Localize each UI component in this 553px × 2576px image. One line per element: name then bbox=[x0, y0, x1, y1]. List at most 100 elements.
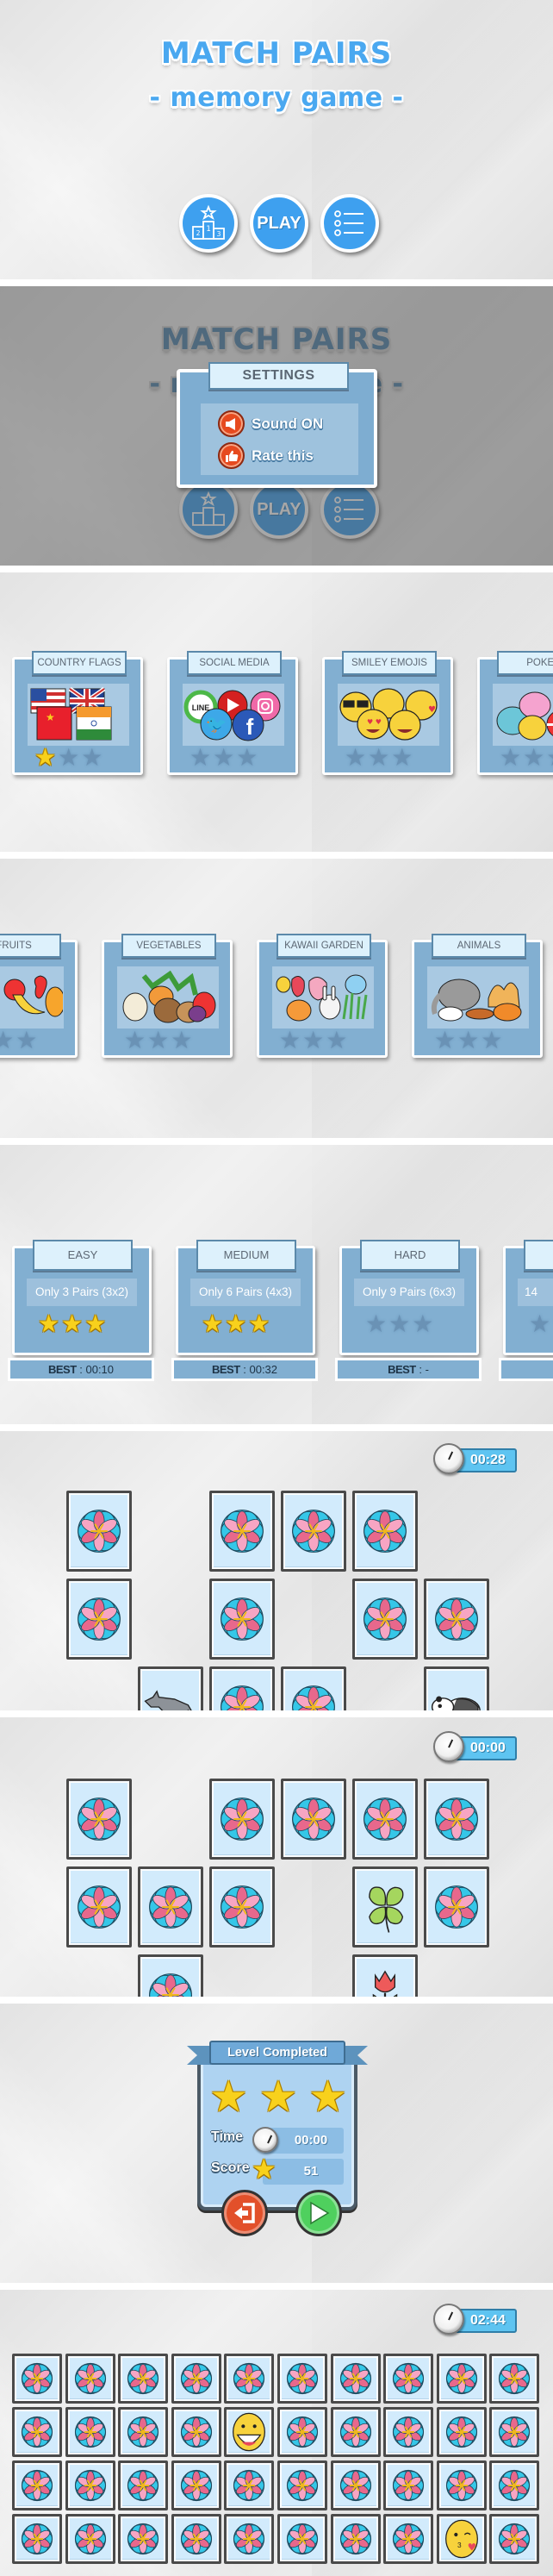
flower-pattern-icon bbox=[21, 2362, 53, 2395]
card-face-up-clover[interactable] bbox=[352, 1866, 418, 1948]
card-face-down[interactable] bbox=[277, 2514, 327, 2564]
card-face-down[interactable] bbox=[12, 2514, 62, 2564]
card-face-down[interactable] bbox=[12, 2354, 62, 2404]
category-card-vegetables[interactable]: VEGETABLES ★ ★ ★ bbox=[102, 934, 233, 1058]
card-face-up-grin[interactable] bbox=[224, 2407, 275, 2457]
difficulty-card-medium[interactable]: MEDIUM Only 6 Pairs (4x3) ★ ★ ★ bbox=[176, 1240, 315, 1355]
card-face-down[interactable] bbox=[209, 1866, 275, 1948]
category-card-social-media[interactable]: SOCIAL MEDIA LINE 🐦 f ★ ★ ★ bbox=[167, 651, 298, 775]
flower-pattern-icon bbox=[221, 1510, 264, 1553]
category-card-fruits[interactable]: FRUITS ★★★ bbox=[0, 934, 78, 1058]
card-face-down[interactable] bbox=[65, 2407, 115, 2457]
level-completed-ribbon: Level Completed bbox=[187, 2041, 368, 2066]
card-face-up-panda[interactable] bbox=[424, 1666, 489, 1710]
star-icon: ★ bbox=[252, 2153, 276, 2185]
card-face-down[interactable] bbox=[424, 1779, 489, 1860]
card-face-down[interactable] bbox=[489, 2354, 540, 2404]
card-face-down[interactable] bbox=[424, 1579, 489, 1660]
card-face-down[interactable] bbox=[489, 2407, 540, 2457]
category-card-kawaii-garden[interactable]: KAWAII GARDEN ★ ★ ★ bbox=[257, 934, 388, 1058]
card-face-down[interactable] bbox=[66, 1779, 132, 1860]
card-face-down[interactable] bbox=[118, 2460, 169, 2510]
card-face-down[interactable] bbox=[138, 1866, 203, 1948]
category-card-smiley-emojis[interactable]: SMILEY EMOJIS ♥ ♥ ♥ ★ ★ ★ bbox=[322, 651, 453, 775]
play-button[interactable]: PLAY bbox=[250, 194, 308, 253]
star-empty-icon: ★ bbox=[365, 1310, 388, 1338]
card-face-down[interactable] bbox=[65, 2354, 115, 2404]
card-face-down[interactable] bbox=[12, 2407, 62, 2457]
card-face-down[interactable] bbox=[66, 1579, 132, 1660]
sound-toggle[interactable]: Sound ON bbox=[218, 410, 323, 437]
flower-pattern-icon bbox=[435, 1597, 478, 1641]
card-face-down[interactable] bbox=[281, 1491, 346, 1572]
card-face-down[interactable] bbox=[209, 1579, 275, 1660]
star-empty-icon: ★ bbox=[500, 743, 522, 772]
card-face-down[interactable] bbox=[224, 2460, 275, 2510]
card-face-down[interactable] bbox=[281, 1666, 346, 1710]
card-face-down[interactable] bbox=[209, 1491, 275, 1572]
card-face-down[interactable] bbox=[383, 2407, 434, 2457]
card-face-down[interactable] bbox=[277, 2354, 327, 2404]
card-face-down[interactable] bbox=[330, 2354, 381, 2404]
card-face-down[interactable] bbox=[118, 2354, 169, 2404]
flower-pattern-icon bbox=[499, 2469, 531, 2502]
card-face-down[interactable] bbox=[489, 2514, 540, 2564]
card-face-down[interactable] bbox=[224, 2354, 275, 2404]
card-face-down[interactable] bbox=[330, 2460, 381, 2510]
category-card-animals[interactable]: ANIMALS ★ ★ ★ bbox=[412, 934, 543, 1058]
card-face-down[interactable] bbox=[171, 2354, 221, 2404]
card-face-down[interactable] bbox=[277, 2407, 327, 2457]
difficulty-card-next[interactable]: 14 ★★★ bbox=[503, 1240, 553, 1355]
next-level-button[interactable] bbox=[295, 2190, 342, 2236]
card-face-down[interactable] bbox=[209, 1666, 275, 1710]
star-empty-icon: ★ bbox=[190, 743, 212, 772]
difficulty-card-easy[interactable]: EASY Only 3 Pairs (3x2) ★ ★ ★ bbox=[12, 1240, 152, 1355]
card-face-up-tulip[interactable] bbox=[352, 1954, 418, 1997]
rate-button[interactable]: Rate this bbox=[218, 442, 314, 469]
category-card-pokemon[interactable]: POKEM ★★★ bbox=[477, 651, 553, 775]
star-empty-icon: ★ bbox=[391, 743, 413, 772]
card-face-down[interactable] bbox=[436, 2407, 487, 2457]
card-face-down[interactable] bbox=[352, 1579, 418, 1660]
card-face-down[interactable] bbox=[65, 2460, 115, 2510]
difficulty-card-hard[interactable]: HARD Only 9 Pairs (6x3) ★ ★ ★ bbox=[339, 1240, 479, 1355]
category-title: KAWAII GARDEN bbox=[276, 934, 371, 958]
card-face-down[interactable] bbox=[118, 2407, 169, 2457]
card-face-down[interactable] bbox=[383, 2514, 434, 2564]
card-face-down[interactable] bbox=[209, 1779, 275, 1860]
card-face-up-kiss[interactable]: 3 ♥ bbox=[436, 2514, 487, 2564]
exit-button[interactable] bbox=[221, 2190, 268, 2236]
card-face-down[interactable] bbox=[489, 2460, 540, 2510]
flower-pattern-icon bbox=[78, 1885, 121, 1929]
card-face-down[interactable] bbox=[383, 2354, 434, 2404]
card-face-down[interactable] bbox=[352, 1491, 418, 1572]
card-face-down[interactable] bbox=[66, 1866, 132, 1948]
card-face-down[interactable] bbox=[383, 2460, 434, 2510]
card-face-down[interactable] bbox=[171, 2460, 221, 2510]
card-face-down[interactable] bbox=[436, 2460, 487, 2510]
rating-stars: ★★★ bbox=[202, 1312, 270, 1336]
card-face-down[interactable] bbox=[118, 2514, 169, 2564]
card-face-down[interactable] bbox=[330, 2407, 381, 2457]
card-face-down[interactable] bbox=[12, 2460, 62, 2510]
leaderboard-button[interactable]: 1 2 3 bbox=[179, 194, 238, 253]
card-face-down[interactable] bbox=[424, 1866, 489, 1948]
card-face-down[interactable] bbox=[171, 2407, 221, 2457]
card-face-up-wolf[interactable] bbox=[138, 1666, 203, 1710]
card-face-down[interactable] bbox=[277, 2460, 327, 2510]
card-face-down[interactable] bbox=[65, 2514, 115, 2564]
card-face-down[interactable] bbox=[281, 1779, 346, 1860]
flower-pattern-icon bbox=[339, 2416, 371, 2448]
card-face-down[interactable] bbox=[138, 1954, 203, 1997]
best-time-next bbox=[499, 1358, 553, 1381]
category-card-country-flags[interactable]: COUNTRY FLAGS ★ ★ ★ ★ bbox=[12, 651, 143, 775]
card-face-down[interactable] bbox=[330, 2514, 381, 2564]
card-face-down[interactable] bbox=[352, 1779, 418, 1860]
menu-button[interactable] bbox=[320, 194, 379, 253]
settings-title: SETTINGS bbox=[208, 362, 349, 390]
card-face-down[interactable] bbox=[436, 2354, 487, 2404]
card-face-down[interactable] bbox=[224, 2514, 275, 2564]
card-face-down[interactable] bbox=[171, 2514, 221, 2564]
flower-pattern-icon bbox=[221, 1597, 264, 1641]
card-face-down[interactable] bbox=[66, 1491, 132, 1572]
